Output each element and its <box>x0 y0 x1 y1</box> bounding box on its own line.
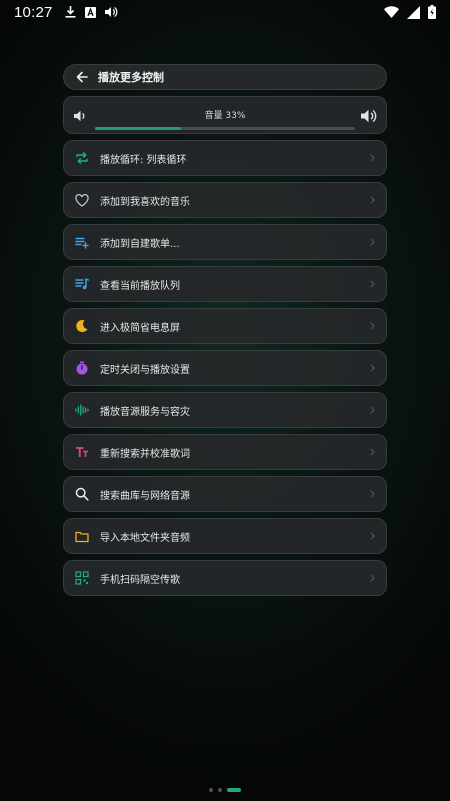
menu-item-add-playlist[interactable]: 添加到自建歌单... <box>63 224 387 260</box>
qr-scan-icon <box>74 570 90 586</box>
menu-item-favorite[interactable]: 添加到我喜欢的音乐 <box>63 182 387 218</box>
menu-item-label: 导入本地文件夹音频 <box>100 532 190 544</box>
signal-icon <box>407 5 420 19</box>
text-size-icon <box>74 444 90 460</box>
chevron-right-icon <box>368 195 376 205</box>
volume-card: 音量 33% <box>63 96 387 134</box>
menu-item-label: 播放音源服务与容灾 <box>100 406 190 418</box>
chevron-right-icon <box>368 405 376 415</box>
menu-item-scan[interactable]: 手机扫码隔空传歌 <box>63 560 387 596</box>
menu-item-label: 播放循环: 列表循环 <box>100 154 187 166</box>
volume-label: 音量 33% <box>204 111 246 121</box>
menu-item-label: 重新搜索并校准歌词 <box>100 448 190 460</box>
chevron-right-icon <box>368 321 376 331</box>
timer-icon <box>74 360 90 376</box>
chevron-right-icon <box>368 237 376 247</box>
download-icon <box>65 6 76 18</box>
menu-item-label: 查看当前播放队列 <box>100 280 180 292</box>
menu-item-source[interactable]: 播放音源服务与容灾 <box>63 392 387 428</box>
header-bar: 播放更多控制 <box>63 64 387 90</box>
pager-dot[interactable] <box>209 788 213 792</box>
queue-music-icon <box>74 276 90 292</box>
chevron-right-icon <box>368 363 376 373</box>
page-title: 播放更多控制 <box>98 71 164 84</box>
menu-item-import[interactable]: 导入本地文件夹音频 <box>63 518 387 554</box>
menu-item-queue[interactable]: 查看当前播放队列 <box>63 266 387 302</box>
menu-item-power-save[interactable]: 进入极简省电息屏 <box>63 308 387 344</box>
chevron-right-icon <box>368 153 376 163</box>
heart-icon <box>74 192 90 208</box>
menu-item-label: 添加到我喜欢的音乐 <box>100 196 190 208</box>
repeat-icon <box>74 150 90 166</box>
menu-item-timer[interactable]: 定时关闭与播放设置 <box>63 350 387 386</box>
search-icon <box>74 486 90 502</box>
chevron-right-icon <box>368 573 376 583</box>
chevron-right-icon <box>368 447 376 457</box>
pager-dot[interactable] <box>218 788 222 792</box>
volume-up-icon[interactable] <box>360 107 378 125</box>
status-time: 10:27 <box>14 3 53 21</box>
wifi-icon <box>384 6 399 18</box>
volume-slider-fill <box>95 127 181 130</box>
volume-icon <box>104 6 118 18</box>
playlist-add-icon <box>74 234 90 250</box>
moon-icon <box>74 318 90 334</box>
battery-icon <box>428 5 436 19</box>
menu-item-label: 进入极简省电息屏 <box>100 322 180 334</box>
chevron-right-icon <box>368 279 376 289</box>
chevron-right-icon <box>368 489 376 499</box>
soundwave-icon <box>74 402 90 418</box>
font-box-icon <box>84 6 96 18</box>
menu-item-label: 手机扫码隔空传歌 <box>100 574 180 586</box>
volume-slider[interactable] <box>95 127 355 130</box>
chevron-right-icon <box>368 531 376 541</box>
pager-dot-active[interactable] <box>227 788 241 792</box>
arrow-left-icon[interactable] <box>74 69 90 85</box>
folder-icon <box>74 528 90 544</box>
menu-item-repeat[interactable]: 播放循环: 列表循环 <box>63 140 387 176</box>
menu-item-label: 定时关闭与播放设置 <box>100 364 190 376</box>
menu-item-label: 添加到自建歌单... <box>100 238 180 250</box>
menu-item-search[interactable]: 搜索曲库与网络音源 <box>63 476 387 512</box>
status-bar: 10:27 <box>0 0 450 24</box>
pager-dots <box>0 788 450 792</box>
menu-item-lyrics[interactable]: 重新搜索并校准歌词 <box>63 434 387 470</box>
menu-item-label: 搜索曲库与网络音源 <box>100 490 190 502</box>
